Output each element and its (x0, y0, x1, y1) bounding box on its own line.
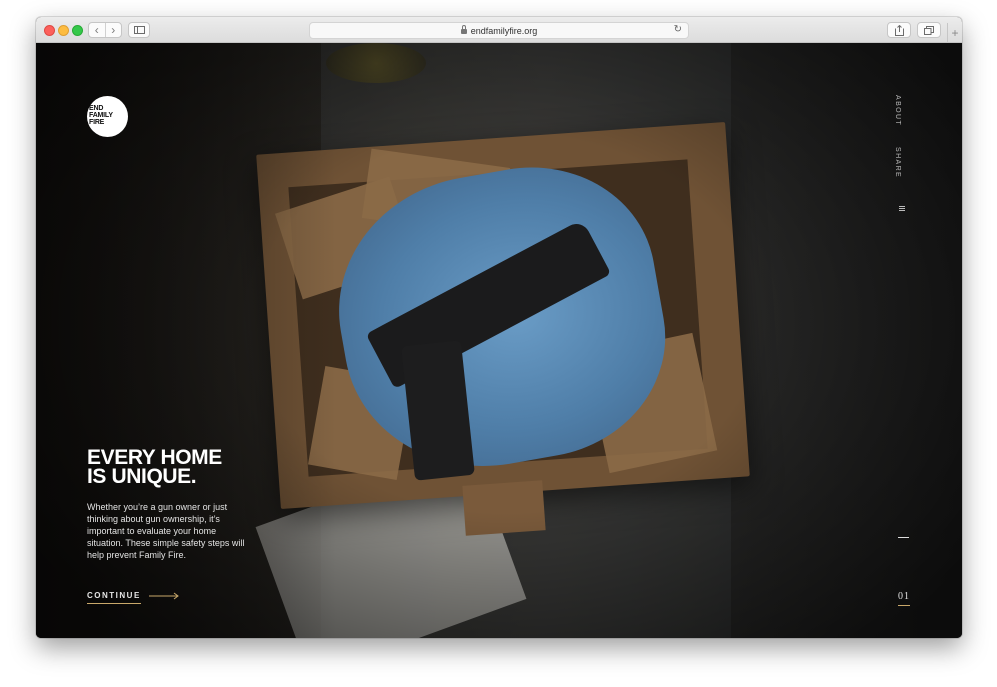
plus-icon: + (951, 26, 959, 40)
menu-icon[interactable] (899, 206, 905, 212)
tabs-overview-button[interactable] (917, 22, 941, 38)
sidebar-toggle-button[interactable] (128, 22, 150, 38)
address-bar[interactable]: endfamilyfire.org ↻ (309, 22, 689, 39)
nav-share-link[interactable]: SHARE (894, 147, 901, 178)
browser-toolbar: ‹ › endfamilyfire.org ↻ + (36, 17, 962, 43)
logo-line-1: END (89, 105, 104, 112)
browser-window: ‹ › endfamilyfire.org ↻ + END FAMILY FIR… (36, 17, 962, 638)
continue-button[interactable]: CONTINUE (87, 591, 179, 604)
pager-divider (898, 537, 909, 538)
zoom-window-button[interactable] (72, 25, 83, 36)
hero-headline: EVERY HOME IS UNIQUE. (87, 447, 222, 488)
lock-icon (460, 25, 467, 35)
url-text: endfamilyfire.org (470, 25, 538, 36)
minimize-window-button[interactable] (58, 25, 69, 36)
logo-line-2: FAMILY (89, 112, 113, 119)
headline-line-2: IS UNIQUE. (87, 465, 197, 488)
share-button[interactable] (887, 22, 911, 38)
close-window-button[interactable] (44, 25, 55, 36)
hero-section: END FAMILY FIRE ABOUT SHARE EVERY HOME I… (36, 43, 962, 638)
back-icon[interactable]: ‹ (89, 23, 106, 37)
page-number: 01 (898, 591, 910, 606)
nav-about-link[interactable]: ABOUT (894, 95, 901, 126)
reload-icon[interactable]: ↻ (674, 24, 682, 35)
continue-label: CONTINUE (87, 591, 141, 604)
hero-body-text: Whether you’re a gun owner or just think… (87, 502, 245, 560)
end-family-fire-logo[interactable]: END FAMILY FIRE (87, 96, 128, 137)
tabs-icon (924, 25, 934, 35)
sidebar-icon (133, 26, 145, 34)
logo-line-3: FIRE (89, 119, 105, 126)
history-nav: ‹ › (88, 22, 122, 38)
forward-icon[interactable]: › (106, 23, 122, 37)
arrow-right-icon (148, 592, 179, 599)
new-tab-button[interactable]: + (947, 23, 962, 43)
share-icon (894, 24, 904, 36)
